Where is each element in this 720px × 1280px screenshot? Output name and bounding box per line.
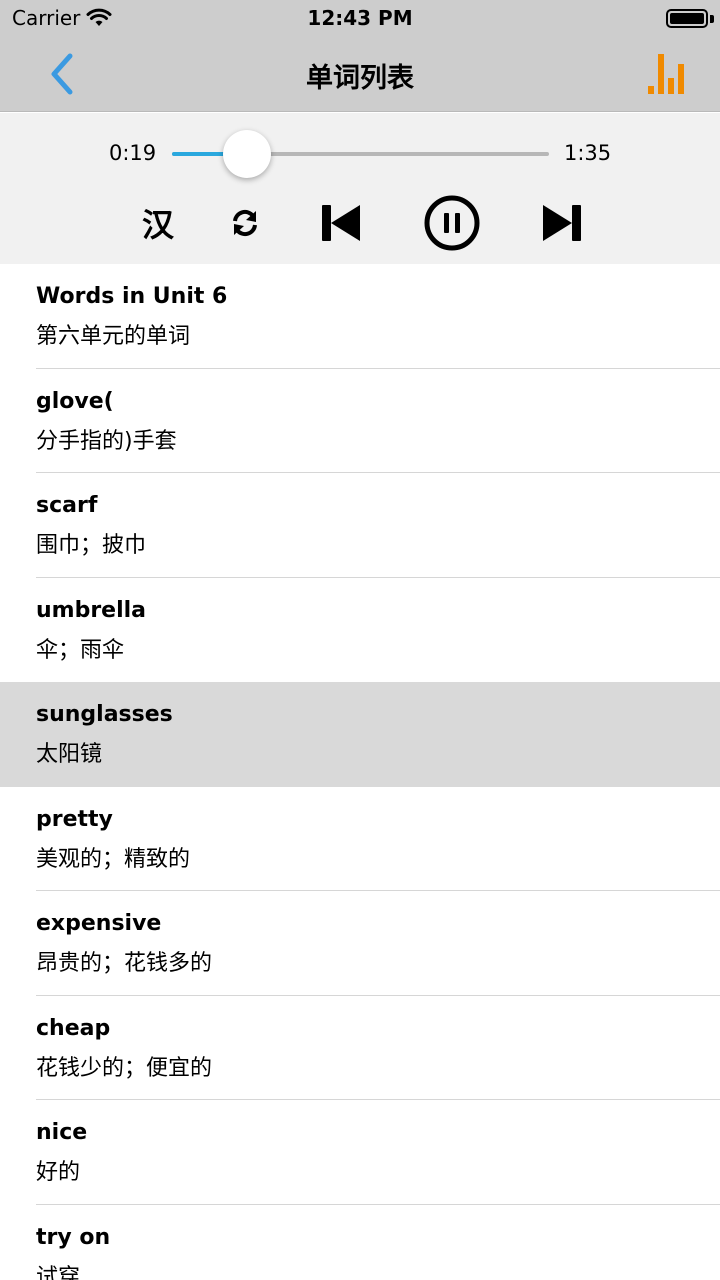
list-item[interactable]: Words in Unit 6 第六单元的单词 <box>0 264 720 369</box>
word-chinese: 围巾；披巾 <box>36 533 147 558</box>
page-title: 单词列表 <box>306 63 414 94</box>
list-item[interactable]: try on 试穿 <box>0 1205 720 1280</box>
word-english: cheap <box>36 1015 111 1041</box>
word-english: nice <box>36 1120 88 1145</box>
word-chinese: 昂贵的；花钱多的 <box>36 951 213 976</box>
word-chinese: 花钱少的；便宜的 <box>36 1055 213 1081</box>
word-chinese: 美观的；精致的 <box>36 846 191 872</box>
word-english: umbrella <box>36 597 147 623</box>
progress-slider[interactable] <box>172 130 549 178</box>
next-track-button[interactable] <box>534 195 590 251</box>
current-time: 0:19 <box>109 141 157 165</box>
list-item[interactable]: scarf 围巾；披巾 <box>0 473 720 578</box>
word-chinese: 好的 <box>36 1160 81 1185</box>
previous-track-icon <box>322 205 360 241</box>
word-english: sunglasses <box>36 702 173 727</box>
word-english: try on <box>36 1224 111 1250</box>
list-item[interactable]: expensive 昂贵的；花钱多的 <box>0 891 720 996</box>
word-english: expensive <box>36 911 162 936</box>
word-chinese: 试穿 <box>36 1264 81 1280</box>
pause-icon <box>424 195 480 251</box>
word-english: pretty <box>36 806 113 832</box>
pause-button[interactable] <box>422 193 482 253</box>
next-track-icon <box>543 205 581 241</box>
total-time: 1:35 <box>564 141 612 165</box>
translate-toggle-button[interactable]: 汉 <box>130 195 186 251</box>
list-item[interactable]: pretty 美观的；精致的 <box>0 787 720 891</box>
battery-tip <box>710 15 714 23</box>
word-english: glove( <box>36 388 114 414</box>
word-chinese: 太阳镜 <box>36 742 103 767</box>
word-chinese: 伞；雨伞 <box>36 637 125 663</box>
word-chinese: 第六单元的单词 <box>36 324 191 349</box>
word-chinese: 分手指的)手套 <box>36 428 177 454</box>
previous-track-button[interactable] <box>313 195 369 251</box>
audio-player: 0:19 1:35 汉 <box>0 113 720 264</box>
list-item[interactable]: cheap 花钱少的；便宜的 <box>0 996 720 1100</box>
list-item[interactable]: glove( 分手指的)手套 <box>0 369 720 473</box>
repeat-icon <box>233 209 257 237</box>
navigation-bar: 单词列表 <box>0 36 720 112</box>
equalizer-button[interactable] <box>646 52 690 96</box>
battery-icon <box>666 9 708 28</box>
status-clock: 12:43 PM <box>307 6 413 30</box>
list-item[interactable]: umbrella 伞；雨伞 <box>0 578 720 683</box>
list-item[interactable]: sunglasses 太阳镜 <box>0 682 720 787</box>
slider-thumb[interactable] <box>223 130 272 178</box>
equalizer-icon <box>648 54 684 94</box>
word-list: Words in Unit 6 第六单元的单词 glove( 分手指的)手套 scarf… <box>0 264 720 1280</box>
repeat-button[interactable] <box>217 195 273 251</box>
list-item[interactable]: nice 好的 <box>0 1100 720 1205</box>
word-english: scarf <box>36 493 98 518</box>
status-bar: Carrier 12:43 PM <box>0 0 720 36</box>
word-english: Words in Unit 6 <box>36 284 228 309</box>
